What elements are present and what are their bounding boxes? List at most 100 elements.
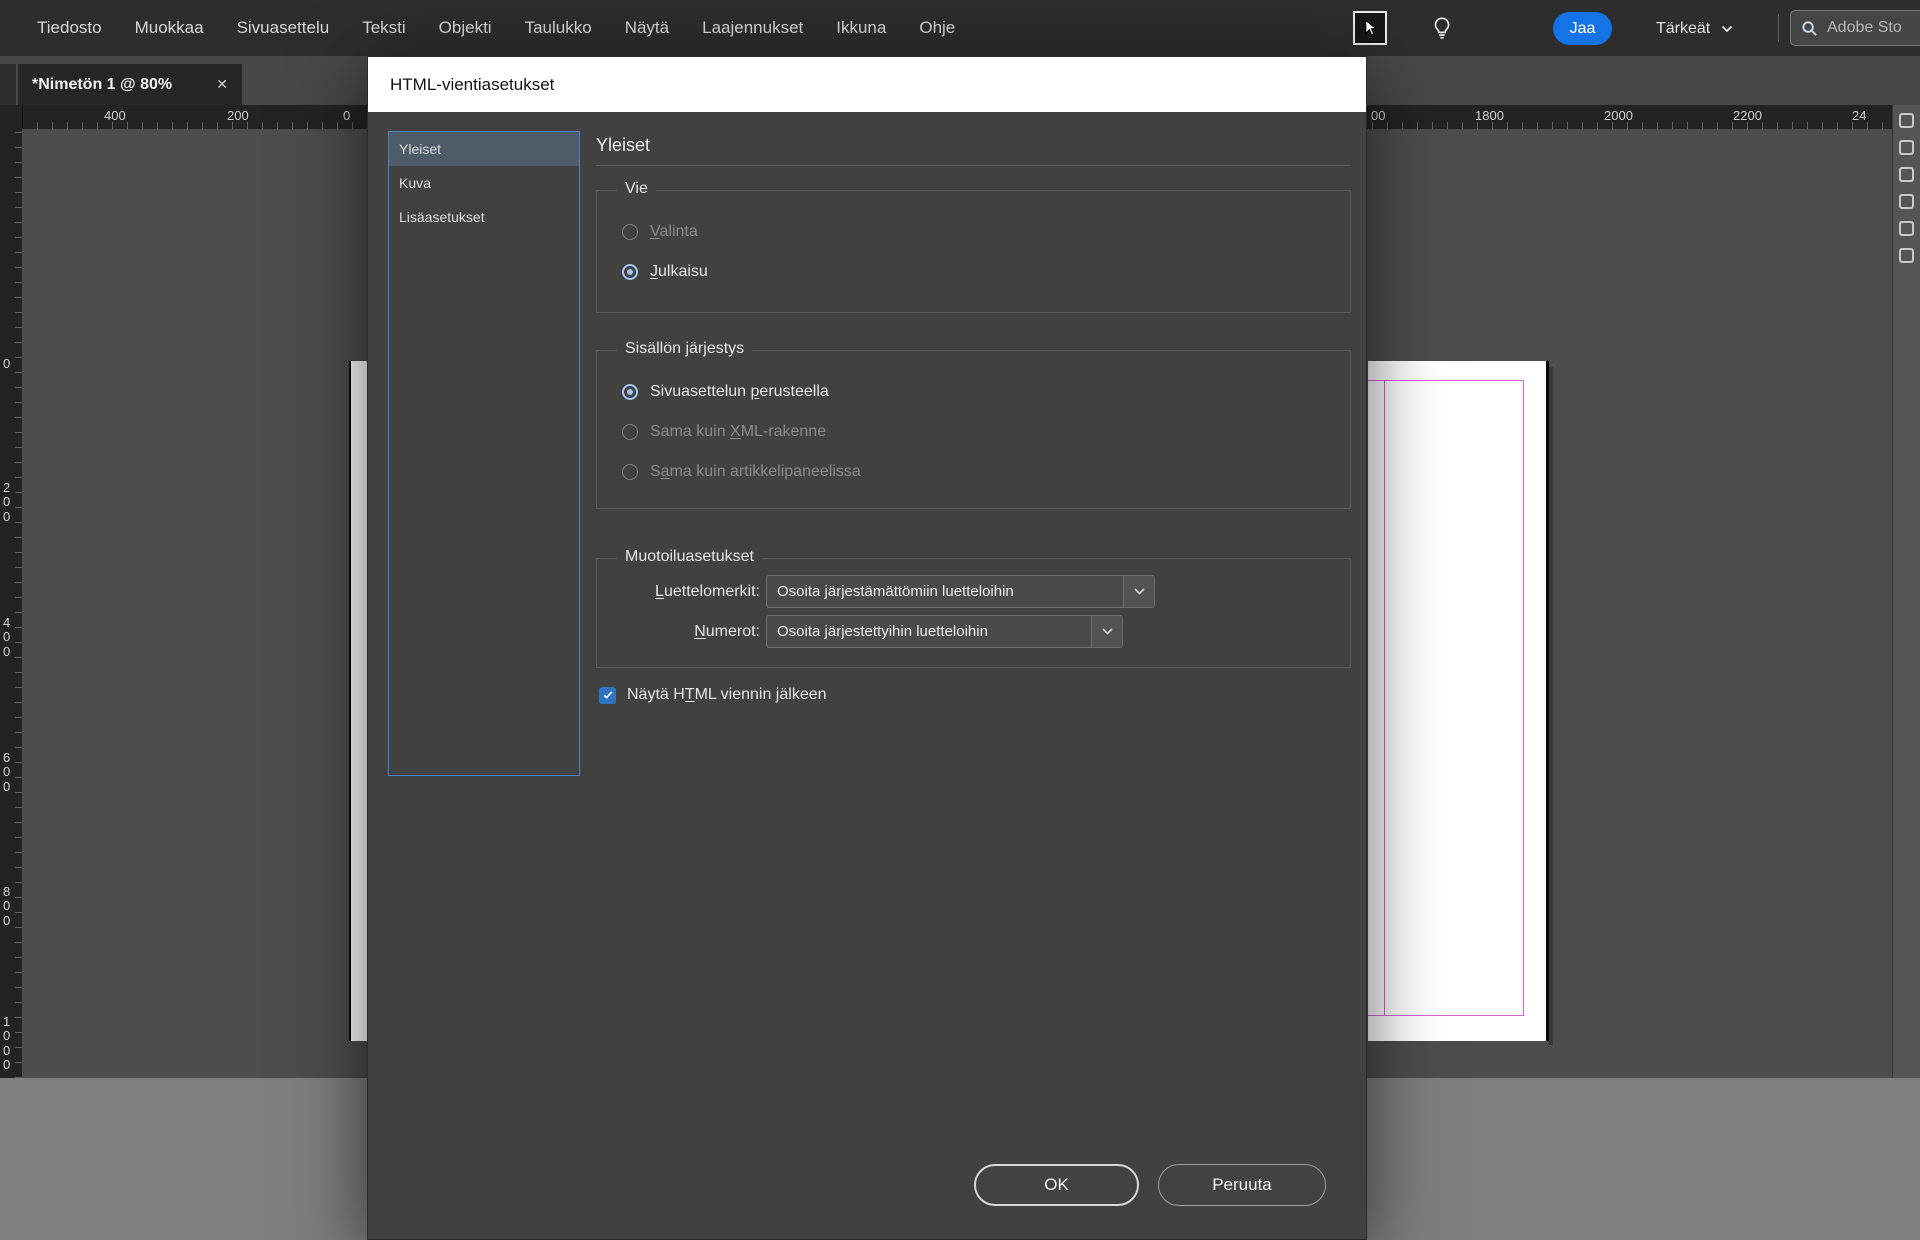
ruler-number: 00: [1371, 108, 1386, 123]
menu-item-ohje[interactable]: Ohje: [919, 18, 955, 38]
radio-selected-icon: [622, 384, 638, 400]
html-export-dialog: HTML-vientiasetukset Yleiset Kuva Lisäas…: [367, 56, 1367, 1240]
group-jarjestys-legend: Sisällön järjestys: [617, 340, 753, 358]
menu-item-nayta[interactable]: Näytä: [625, 18, 669, 38]
search-text: Adobe Sto: [1827, 19, 1902, 36]
dock-panel-icon[interactable]: [1899, 221, 1914, 236]
pointer-tool-button[interactable]: [1353, 11, 1387, 45]
chevron-down-icon: [1091, 616, 1122, 647]
document-tab[interactable]: *Nimetön 1 @ 80% ✕: [18, 64, 242, 105]
dock-panel-icon[interactable]: [1899, 167, 1914, 182]
dialog-title-bar: HTML-vientiasetukset: [368, 57, 1366, 112]
radio-xml-label: Sama kuin XML-rakenne: [650, 423, 827, 440]
margin-guide-left: [1384, 380, 1385, 1016]
radio-julkaisu[interactable]: Julkaisu: [622, 261, 708, 283]
ruler-number: 800: [3, 884, 11, 928]
dock-panel-icon[interactable]: [1899, 194, 1914, 209]
lightbulb-icon: [1434, 17, 1450, 39]
panel-dock: [1892, 105, 1920, 1078]
discover-button[interactable]: [1424, 10, 1460, 46]
show-html-checkbox[interactable]: [599, 686, 616, 704]
panel-heading: Yleiset: [596, 135, 651, 155]
numbers-dropdown-value: Osoita järjestettyihin luetteloihin: [777, 623, 988, 640]
tab-bar-corner: [0, 64, 16, 105]
margin-guide-bottom: [1368, 1015, 1524, 1016]
menu-item-ikkuna[interactable]: Ikkuna: [836, 18, 886, 38]
chevron-down-icon: [1123, 576, 1154, 607]
menu-item-objekti[interactable]: Objekti: [439, 18, 492, 38]
page-shadow: [1549, 367, 1553, 1045]
ruler-number: 2000: [1604, 108, 1633, 123]
stock-search-input[interactable]: Adobe Sto: [1790, 10, 1920, 46]
menubar-divider: [1778, 14, 1779, 42]
margin-guide-right: [1523, 380, 1524, 1016]
menu-bar: Tiedosto Muokkaa Sivuasettelu Teksti Obj…: [0, 0, 1920, 56]
dialog-title: HTML-vientiasetukset: [390, 74, 555, 94]
group-vie-legend: Vie: [617, 180, 656, 198]
radio-artikkelipaneeli: Sama kuin artikkelipaneelissa: [622, 461, 861, 483]
search-icon: [1802, 20, 1817, 36]
ruler-number: 600: [3, 750, 11, 794]
numbers-label: Numerot:: [694, 623, 760, 640]
dock-panel-icon[interactable]: [1899, 248, 1914, 263]
workspace-switcher[interactable]: Tärkeät: [1656, 12, 1733, 45]
page-spread-right: [1368, 361, 1546, 1041]
radio-perusteella-label: Sivuasettelun perusteella: [650, 383, 829, 400]
radio-valinta: Valinta: [622, 221, 698, 243]
cursor-icon: [1365, 19, 1378, 36]
menu-item-tiedosto[interactable]: Tiedosto: [37, 18, 102, 38]
dock-panel-icon[interactable]: [1899, 140, 1914, 155]
menu-item-taulukko[interactable]: Taulukko: [525, 18, 592, 38]
ruler-number: 400: [104, 108, 126, 123]
menu-items: Tiedosto Muokkaa Sivuasettelu Teksti Obj…: [37, 0, 988, 56]
ruler-number: 24: [1852, 108, 1867, 123]
radio-julkaisu-label: Julkaisu: [650, 263, 708, 280]
document-tab-title: *Nimetön 1 @ 80%: [32, 75, 173, 93]
sidebar-item-kuva[interactable]: Kuva: [389, 166, 579, 200]
heading-divider: [596, 165, 1351, 166]
page-spread-left: [349, 361, 367, 1041]
group-vie: Vie: [596, 180, 1351, 313]
ruler-number: 0: [343, 108, 351, 123]
ruler-number: 0: [3, 356, 11, 371]
sidebar-item-lisaasetukset[interactable]: Lisäasetukset: [389, 200, 579, 234]
ok-button[interactable]: OK: [974, 1164, 1139, 1206]
ruler-number: 200: [3, 480, 11, 524]
radio-icon: [622, 464, 638, 480]
chevron-down-icon: [1722, 25, 1733, 32]
margin-guide-top: [1368, 380, 1524, 381]
menu-item-laajennukset[interactable]: Laajennukset: [702, 18, 803, 38]
radio-artikkeli-label: Sama kuin artikkelipaneelissa: [650, 463, 861, 480]
dock-panel-icon[interactable]: [1899, 113, 1914, 128]
menu-item-sivuasettelu[interactable]: Sivuasettelu: [237, 18, 330, 38]
vertical-ruler: 0 200 400 600 800 1000: [0, 129, 22, 1078]
radio-icon: [622, 224, 638, 240]
workspace-label: Tärkeät: [1656, 19, 1711, 37]
group-muotoilu-legend: Muotoiluasetukset: [617, 548, 762, 566]
sidebar-item-yleiset[interactable]: Yleiset: [389, 132, 579, 166]
check-icon: [603, 691, 612, 699]
ruler-number: 1800: [1475, 108, 1504, 123]
bullets-dropdown[interactable]: Osoita järjestämättömiin luetteloihin: [766, 575, 1155, 608]
share-button[interactable]: Jaa: [1553, 12, 1612, 45]
ruler-corner: [0, 105, 23, 129]
numbers-dropdown[interactable]: Osoita järjestettyihin luetteloihin: [766, 615, 1123, 648]
radio-sivuasettelun-perusteella[interactable]: Sivuasettelun perusteella: [622, 381, 829, 403]
dialog-sidebar: Yleiset Kuva Lisäasetukset: [388, 131, 580, 776]
ruler-number: 200: [227, 108, 249, 123]
menu-item-teksti[interactable]: Teksti: [362, 18, 405, 38]
menu-item-muokkaa[interactable]: Muokkaa: [135, 18, 204, 38]
ruler-number: 1000: [3, 1014, 11, 1072]
cancel-button[interactable]: Peruuta: [1158, 1164, 1326, 1206]
radio-xml-rakenne: Sama kuin XML-rakenne: [622, 421, 826, 443]
ruler-number: 400: [3, 615, 11, 659]
radio-valinta-label: Valinta: [650, 223, 698, 240]
radio-selected-icon: [622, 264, 638, 280]
bullets-dropdown-value: Osoita järjestämättömiin luetteloihin: [777, 583, 1014, 600]
show-html-checkbox-label: Näytä HTML viennin jälkeen: [627, 686, 827, 703]
bullets-label: Luettelomerkit:: [655, 583, 760, 600]
ruler-number: 2200: [1733, 108, 1762, 123]
tab-close-icon[interactable]: ✕: [216, 76, 228, 93]
radio-icon: [622, 424, 638, 440]
show-html-checkbox-row: Näytä HTML viennin jälkeen: [599, 686, 827, 704]
